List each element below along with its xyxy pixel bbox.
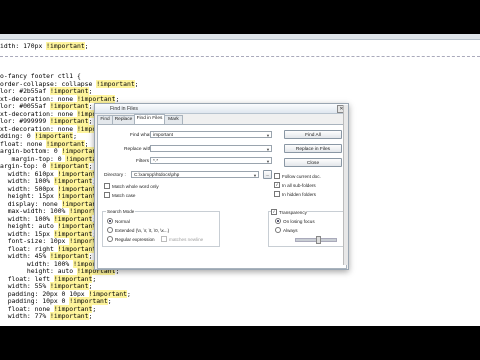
code-keyword-highlight: !important (53, 177, 93, 185)
dialog-title-bar[interactable]: Find in Files ✕ (95, 104, 348, 114)
search-mode-extended-radio[interactable]: Extended (\n, \r, \t, \0, \x...) (107, 227, 169, 233)
checkbox-box: ✓ (271, 209, 277, 215)
match-case-checkbox[interactable]: Match case (104, 192, 136, 198)
find-in-files-dialog: Find in Files ✕ Find Replace Find in Fil… (94, 103, 349, 270)
video-letterbox-bottom (0, 326, 480, 360)
code-punctuation: ; (88, 312, 93, 320)
code-punctuation: ; (92, 304, 97, 313)
in-all-subfolders-label: In all sub-folders (282, 182, 316, 188)
directory-label: Directory : (104, 173, 126, 178)
dialog-title: Find in Files (110, 106, 138, 112)
code-keyword-highlight: !important (46, 42, 85, 50)
on-losing-focus-radio[interactable]: On losing focus (275, 218, 315, 224)
radio-indicator (275, 218, 281, 224)
slider-thumb[interactable] (316, 236, 322, 244)
radio-indicator (107, 227, 113, 233)
radio-indicator (107, 218, 113, 224)
transparency-group: ✓ Transparency On losing focus Always (268, 209, 344, 247)
checkbox-box (161, 236, 167, 242)
directory-combo[interactable]: C:\xampp\htdocs\php ▼ (131, 171, 259, 178)
replace-in-files-button[interactable]: Replace in Files (284, 144, 342, 153)
code-punctuation: ; (88, 102, 93, 110)
code-punctuation: ; (73, 132, 77, 140)
code-line[interactable] (0, 58, 139, 66)
code-text: idth: 170px (0, 42, 47, 50)
search-mode-extended-label: Extended (\n, \r, \t, \0, \x...) (115, 227, 170, 233)
search-mode-normal-label: Normal (115, 218, 130, 224)
directory-value: C:\xampp\htdocs\php (134, 173, 180, 178)
find-what-combo[interactable]: important ▼ (150, 131, 272, 138)
checkbox-box (274, 173, 280, 179)
code-punctuation: ; (134, 79, 139, 88)
transparency-label: Transparency (279, 209, 307, 215)
replace-with-combo[interactable]: ▼ (150, 145, 272, 152)
code-keyword-highlight: !important (96, 79, 135, 88)
code-keyword-highlight: !important (69, 297, 108, 305)
filters-value: *.* (153, 159, 159, 164)
code-punctuation: ; (88, 117, 93, 125)
checkbox-box (104, 192, 110, 198)
search-mode-regex-radio[interactable]: Regular expression (107, 236, 155, 242)
code-punctuation: ; (88, 282, 93, 290)
checkbox-box: ✓ (274, 182, 280, 188)
always-radio[interactable]: Always (275, 227, 298, 233)
matches-newline-label: matches newline (169, 236, 204, 242)
code-punctuation: ; (84, 42, 89, 50)
checkbox-box (274, 191, 280, 197)
match-whole-word-checkbox[interactable]: Match whole word only (104, 183, 159, 189)
transparency-checkbox[interactable]: ✓ Transparency (271, 209, 307, 215)
in-hidden-folders-label: In hidden folders (282, 191, 316, 197)
code-punctuation: ; (88, 162, 93, 170)
radio-indicator (275, 227, 281, 233)
code-keyword-highlight: !important (50, 312, 89, 320)
filters-combo[interactable]: *.* ▼ (150, 157, 272, 164)
code-punctuation: ; (115, 94, 120, 103)
on-losing-focus-label: On losing focus (283, 218, 315, 224)
in-hidden-folders-checkbox[interactable]: In hidden folders (274, 191, 316, 197)
chevron-down-icon[interactable]: ▼ (266, 158, 270, 163)
tab-find-in-files[interactable]: Find in Files (134, 114, 165, 124)
find-what-value: important (153, 133, 173, 138)
chevron-down-icon[interactable]: ▼ (266, 132, 270, 137)
follow-current-doc-checkbox[interactable]: Follow current doc. (274, 173, 321, 179)
search-mode-regex-label: Regular expression (115, 236, 155, 242)
chevron-down-icon[interactable]: ▼ (266, 146, 270, 151)
browse-button[interactable]: ... (263, 170, 272, 179)
code-punctuation: ; (88, 252, 93, 260)
transparency-slider[interactable] (295, 236, 337, 244)
close-button[interactable]: Close (284, 158, 342, 167)
tab-mark[interactable]: Mark (164, 115, 183, 124)
follow-current-doc-label: Follow current doc. (282, 173, 321, 179)
search-mode-title: Search Mode (106, 209, 136, 214)
checkbox-box (104, 183, 110, 189)
code-line[interactable] (0, 51, 139, 59)
code-punctuation: ; (126, 289, 131, 298)
chevron-down-icon[interactable]: ▼ (253, 172, 257, 177)
search-mode-normal-radio[interactable]: Normal (107, 218, 130, 224)
code-line[interactable]: idth: 170px !important; (0, 42, 139, 51)
match-case-label: Match case (112, 192, 136, 198)
editor-tab-strip (0, 34, 480, 40)
code-punctuation: ; (107, 297, 112, 305)
code-text: width: 77% (0, 312, 51, 320)
code-punctuation: ; (88, 87, 93, 95)
always-label: Always (283, 227, 298, 233)
code-line[interactable]: width: 77% !important; (0, 312, 139, 321)
video-letterbox-top (0, 0, 480, 34)
tab-find[interactable]: Find (97, 115, 113, 124)
find-in-files-panel: Find what : important ▼ Replace with : ▼… (97, 124, 347, 269)
in-all-subfolders-checkbox[interactable]: ✓ In all sub-folders (274, 182, 316, 188)
search-mode-group: Search Mode Normal Extended (\n, \r, \t,… (102, 209, 220, 247)
radio-indicator (107, 236, 113, 242)
tab-replace[interactable]: Replace (112, 115, 135, 124)
code-keyword-highlight: !important (57, 192, 97, 200)
matches-newline-checkbox[interactable]: matches newline (161, 236, 203, 242)
code-keyword-highlight: !important (57, 222, 97, 230)
code-punctuation: ; (92, 274, 97, 283)
dialog-edge-scrollbar (343, 105, 348, 265)
match-whole-word-label: Match whole word only (112, 183, 159, 189)
find-all-button[interactable]: Find All (284, 130, 342, 139)
